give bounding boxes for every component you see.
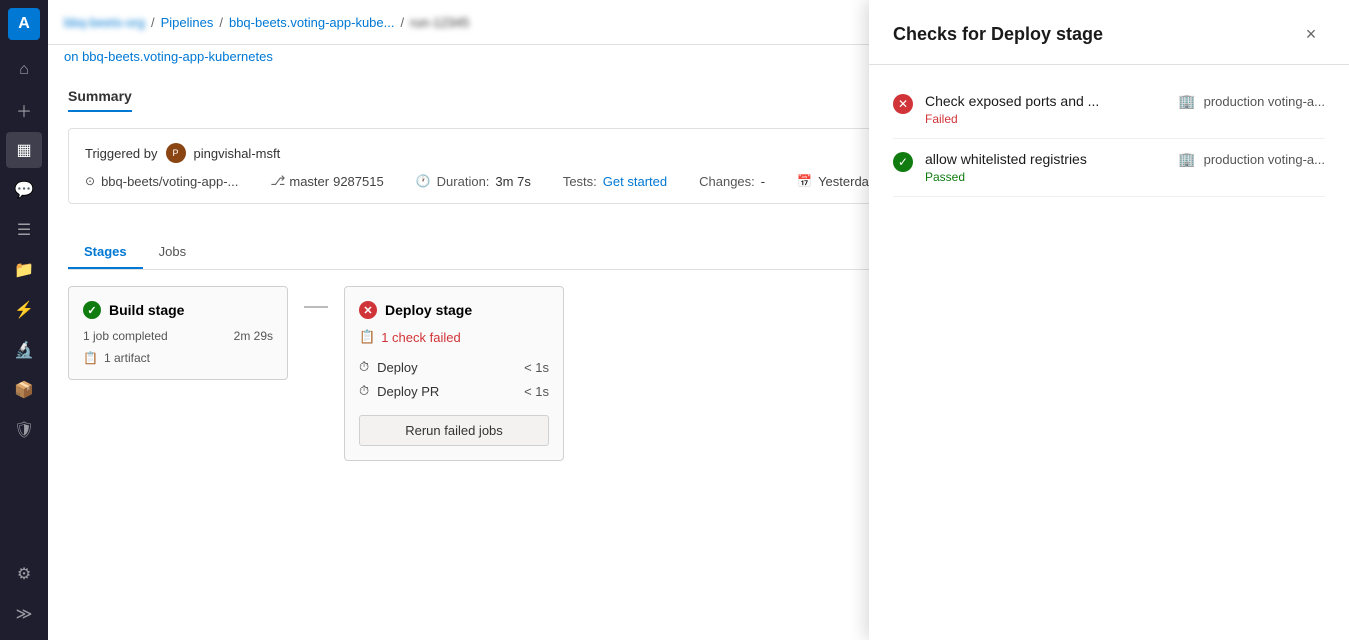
deploy-stage-name: Deploy stage xyxy=(385,302,472,318)
check-status-2: Passed xyxy=(925,170,1178,184)
repo-meta: ⊙ bbq-beets/voting-app-... xyxy=(85,174,238,189)
check-resource-2: 🏢 production voting-a... xyxy=(1178,151,1325,168)
build-stage-header: ✓ Build stage xyxy=(83,301,273,319)
check-failed-text: 1 check failed xyxy=(381,330,461,345)
summary-title: Summary xyxy=(68,88,132,112)
commit-hash[interactable]: 9287515 xyxy=(333,174,384,189)
duration-meta: 🕐 Duration: 3m 7s xyxy=(416,174,531,189)
check-info-2: allow whitelisted registries Passed xyxy=(925,151,1178,184)
panel-header: Checks for Deploy stage × xyxy=(869,0,1349,65)
panel-title: Checks for Deploy stage xyxy=(893,24,1103,45)
build-stage-name: Build stage xyxy=(109,302,184,318)
artifacts-icon[interactable]: 📦 xyxy=(6,372,42,408)
artifact-icon: 📋 xyxy=(83,351,98,365)
add-icon[interactable]: ＋ xyxy=(6,92,42,128)
chat-icon[interactable]: 💬 xyxy=(6,172,42,208)
panel-body: ✕ Check exposed ports and ... Failed 🏢 p… xyxy=(869,65,1349,640)
check-item-1: ✕ Check exposed ports and ... Failed 🏢 p… xyxy=(893,81,1325,139)
changes-meta: Changes: - xyxy=(699,174,765,189)
breadcrumb-sep1: / xyxy=(151,15,155,30)
check-icon: 📋 xyxy=(359,329,375,345)
artifact-count: 1 artifact xyxy=(104,351,150,365)
breadcrumb-sep2: / xyxy=(219,15,223,30)
test-icon[interactable]: 🔬 xyxy=(6,332,42,368)
triggered-label: Triggered by xyxy=(85,146,158,161)
user-avatar: P xyxy=(166,143,186,163)
check-name-2[interactable]: allow whitelisted registries xyxy=(925,151,1178,167)
duration-value: 3m 7s xyxy=(495,174,530,189)
build-duration: 2m 29s xyxy=(234,329,273,343)
check-status-1: Failed xyxy=(925,112,1178,126)
connector-line xyxy=(304,306,328,308)
resource-name-2[interactable]: production voting-a... xyxy=(1204,152,1325,167)
check-resource-1: 🏢 production voting-a... xyxy=(1178,93,1325,110)
tests-meta: Tests: Get started xyxy=(563,174,667,189)
sidebar: A ⌂ ＋ ▦ 💬 ☰ 📁 ⚡ 🔬 📦 🛡 ⚙ ≫ xyxy=(0,0,48,640)
breadcrumb-pipelines[interactable]: Pipelines xyxy=(161,15,214,30)
build-stage-meta: 1 job completed 2m 29s xyxy=(83,329,273,343)
tab-stages[interactable]: Stages xyxy=(68,236,143,269)
resource-icon-1: 🏢 xyxy=(1178,93,1195,110)
repo-name[interactable]: bbq-beets/voting-app-... xyxy=(101,174,238,189)
breadcrumb-run: run-12345 xyxy=(410,15,469,30)
deploy-pr-job-icon: ⏱ xyxy=(359,383,369,399)
branch-meta: ⎇ master 9287515 xyxy=(270,173,383,189)
collapse-icon[interactable]: ≫ xyxy=(6,596,42,632)
resource-icon-2: 🏢 xyxy=(1178,151,1195,168)
deploy-job-row: ⏱ Deploy < 1s xyxy=(359,355,549,379)
branch-name[interactable]: master xyxy=(289,174,329,189)
repos-icon[interactable]: 📁 xyxy=(6,252,42,288)
tests-link[interactable]: Get started xyxy=(603,174,667,189)
checks-panel: Checks for Deploy stage × ✕ Check expose… xyxy=(869,0,1349,640)
calendar-icon: 📅 xyxy=(797,174,812,188)
rerun-failed-button[interactable]: Rerun failed jobs xyxy=(359,415,549,446)
deploy-job-icon: ⏱ xyxy=(359,359,369,375)
deploy-pr-job-name[interactable]: Deploy PR xyxy=(377,384,439,399)
changes-label: Changes: xyxy=(699,174,755,189)
home-icon[interactable]: ⌂ xyxy=(6,52,42,88)
deploy-pr-job-left: ⏱ Deploy PR xyxy=(359,383,439,399)
repo-icon: ⊙ xyxy=(85,174,95,188)
check-info-1: Check exposed ports and ... Failed xyxy=(925,93,1178,126)
tab-jobs[interactable]: Jobs xyxy=(143,236,202,269)
check-pass-icon-2: ✓ xyxy=(893,152,913,172)
panel-close-button[interactable]: × xyxy=(1297,20,1325,48)
deploy-stage-header: ✕ Deploy stage xyxy=(359,301,549,319)
deploy-pr-job-row: ⏱ Deploy PR < 1s xyxy=(359,379,549,403)
deploy-job-name[interactable]: Deploy xyxy=(377,360,417,375)
settings-icon[interactable]: ⚙ xyxy=(6,556,42,592)
breadcrumb-org[interactable]: bbq-beets-org xyxy=(64,15,145,30)
check-name-1[interactable]: Check exposed ports and ... xyxy=(925,93,1178,109)
build-jobs-completed: 1 job completed xyxy=(83,329,168,343)
deploy-status-icon: ✕ xyxy=(359,301,377,319)
check-failed-link[interactable]: 📋 1 check failed xyxy=(359,329,549,345)
boards-icon[interactable]: ☰ xyxy=(6,212,42,248)
dashboard-icon[interactable]: ▦ xyxy=(6,132,42,168)
resource-name-1[interactable]: production voting-a... xyxy=(1204,94,1325,109)
repo-link[interactable]: on bbq-beets.voting-app-kubernetes xyxy=(64,49,273,64)
changes-value: - xyxy=(761,174,765,189)
pipelines-icon[interactable]: ⚡ xyxy=(6,292,42,328)
duration-label: Duration: xyxy=(437,174,490,189)
branch-icon: ⎇ xyxy=(270,173,285,189)
build-stage-card: ✓ Build stage 1 job completed 2m 29s 📋 1… xyxy=(68,286,288,380)
security-icon[interactable]: 🛡 xyxy=(6,412,42,448)
build-status-icon: ✓ xyxy=(83,301,101,319)
breadcrumb-sep3: / xyxy=(400,15,404,30)
tests-label: Tests: xyxy=(563,174,597,189)
clock-icon: 🕐 xyxy=(416,174,431,188)
user-name[interactable]: pingvishal-msft xyxy=(194,146,281,161)
breadcrumb-pipeline-name[interactable]: bbq-beets.voting-app-kube... xyxy=(229,15,395,30)
deploy-job-time: < 1s xyxy=(524,360,549,375)
deploy-stage-card: ✕ Deploy stage 📋 1 check failed ⏱ Deploy… xyxy=(344,286,564,461)
deploy-job-left: ⏱ Deploy xyxy=(359,359,418,375)
stage-connector xyxy=(304,306,328,308)
build-artifact: 📋 1 artifact xyxy=(83,351,273,365)
sidebar-logo[interactable]: A xyxy=(8,8,40,40)
check-fail-icon-1: ✕ xyxy=(893,94,913,114)
main-content: bbq-beets-org / Pipelines / bbq-beets.vo… xyxy=(48,0,1349,640)
check-item-2: ✓ allow whitelisted registries Passed 🏢 … xyxy=(893,139,1325,197)
deploy-pr-job-time: < 1s xyxy=(524,384,549,399)
